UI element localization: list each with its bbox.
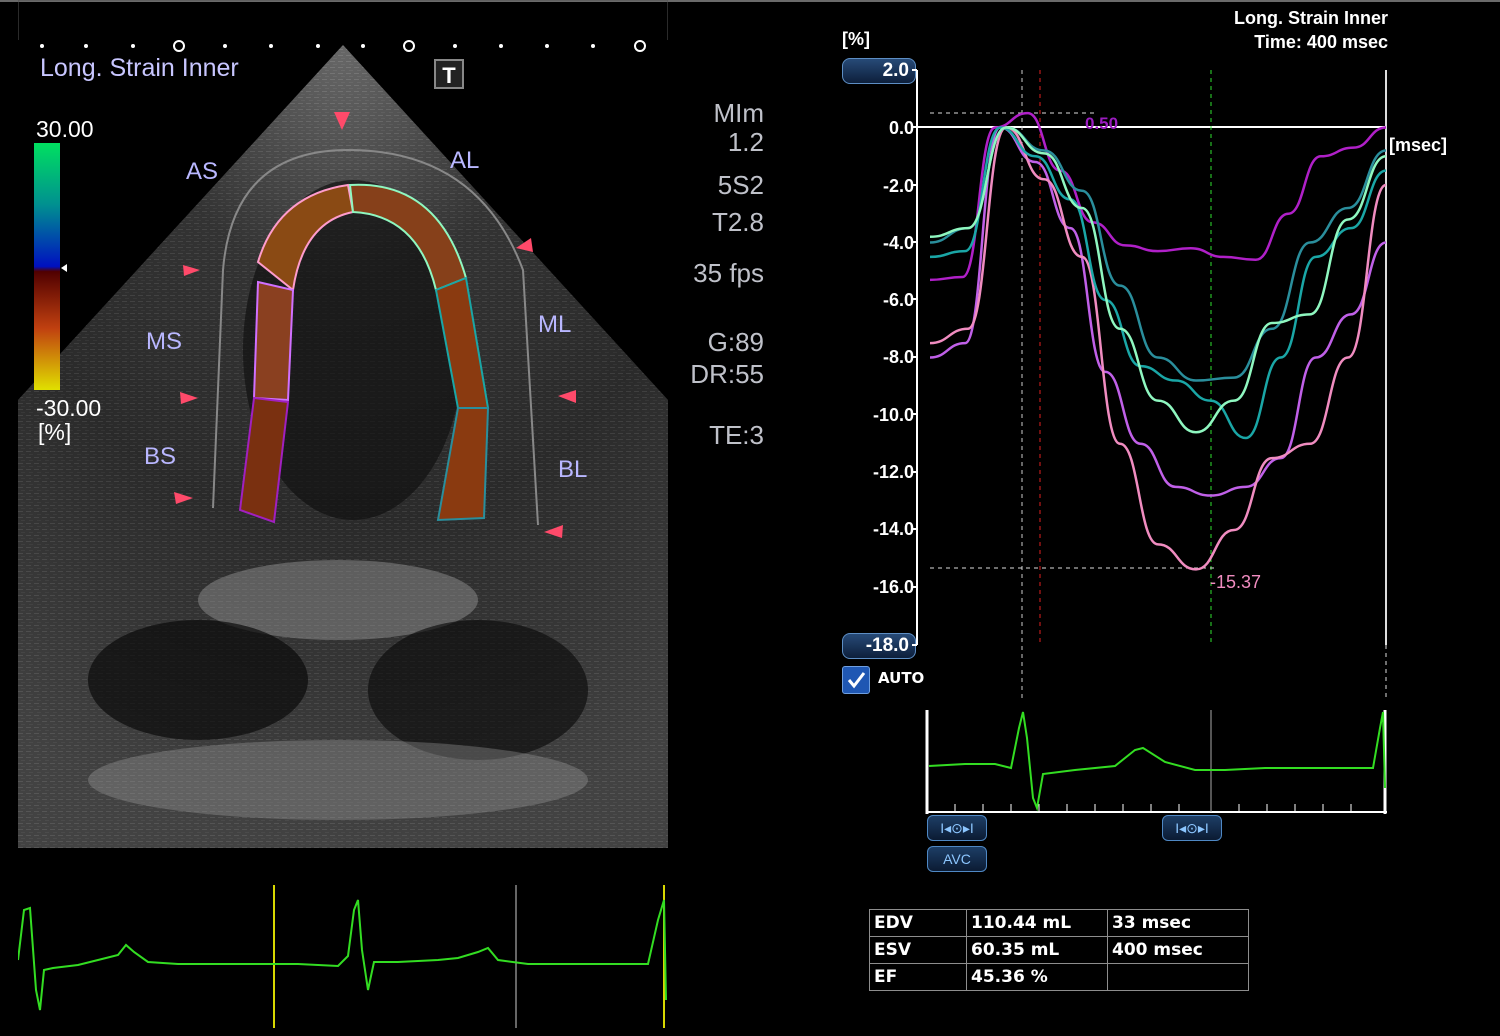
strain-chart (912, 69, 1387, 700)
auto-label: AUTO (878, 669, 925, 687)
strain-series-line-2 (929, 126, 1387, 571)
strain-series-line-5 (929, 126, 1387, 434)
strain-series-line-3 (929, 126, 1387, 440)
avc-button[interactable]: AVC (927, 846, 987, 872)
table-row: EDV 110.44 mL 33 msec (869, 909, 1249, 937)
stat-label-ef: EF (869, 963, 967, 991)
stat-time-esv: 400 msec (1107, 936, 1249, 964)
checkmark-icon (847, 672, 866, 689)
auto-checkbox[interactable] (842, 666, 870, 694)
nav-button-2[interactable]: I◂⊙▸I (1162, 815, 1222, 841)
stat-label-esv: ESV (869, 936, 967, 964)
stat-time-edv: 33 msec (1107, 909, 1249, 937)
stat-value-ef: 45.36 % (966, 963, 1108, 991)
stat-label-edv: EDV (869, 909, 967, 937)
strain-series-group (929, 111, 1387, 571)
stat-value-esv: 60.35 mL (966, 936, 1108, 964)
stat-value-edv: 110.44 mL (966, 909, 1108, 937)
strain-series-line-4 (929, 126, 1387, 382)
volume-stats-table: EDV 110.44 mL 33 msec ESV 60.35 mL 400 m… (869, 909, 1249, 991)
min-value-label: -15.37 (1210, 572, 1262, 592)
peak-value-label: 0.50 (1085, 114, 1119, 133)
table-row: ESV 60.35 mL 400 msec (869, 936, 1249, 964)
ecg-trace-small (925, 710, 1387, 814)
nav-button-1[interactable]: I◂⊙▸I (927, 815, 987, 841)
table-row: EF 45.36 % (869, 963, 1249, 991)
stat-time-ef (1107, 963, 1249, 991)
ecg-trace-main (18, 885, 667, 1028)
